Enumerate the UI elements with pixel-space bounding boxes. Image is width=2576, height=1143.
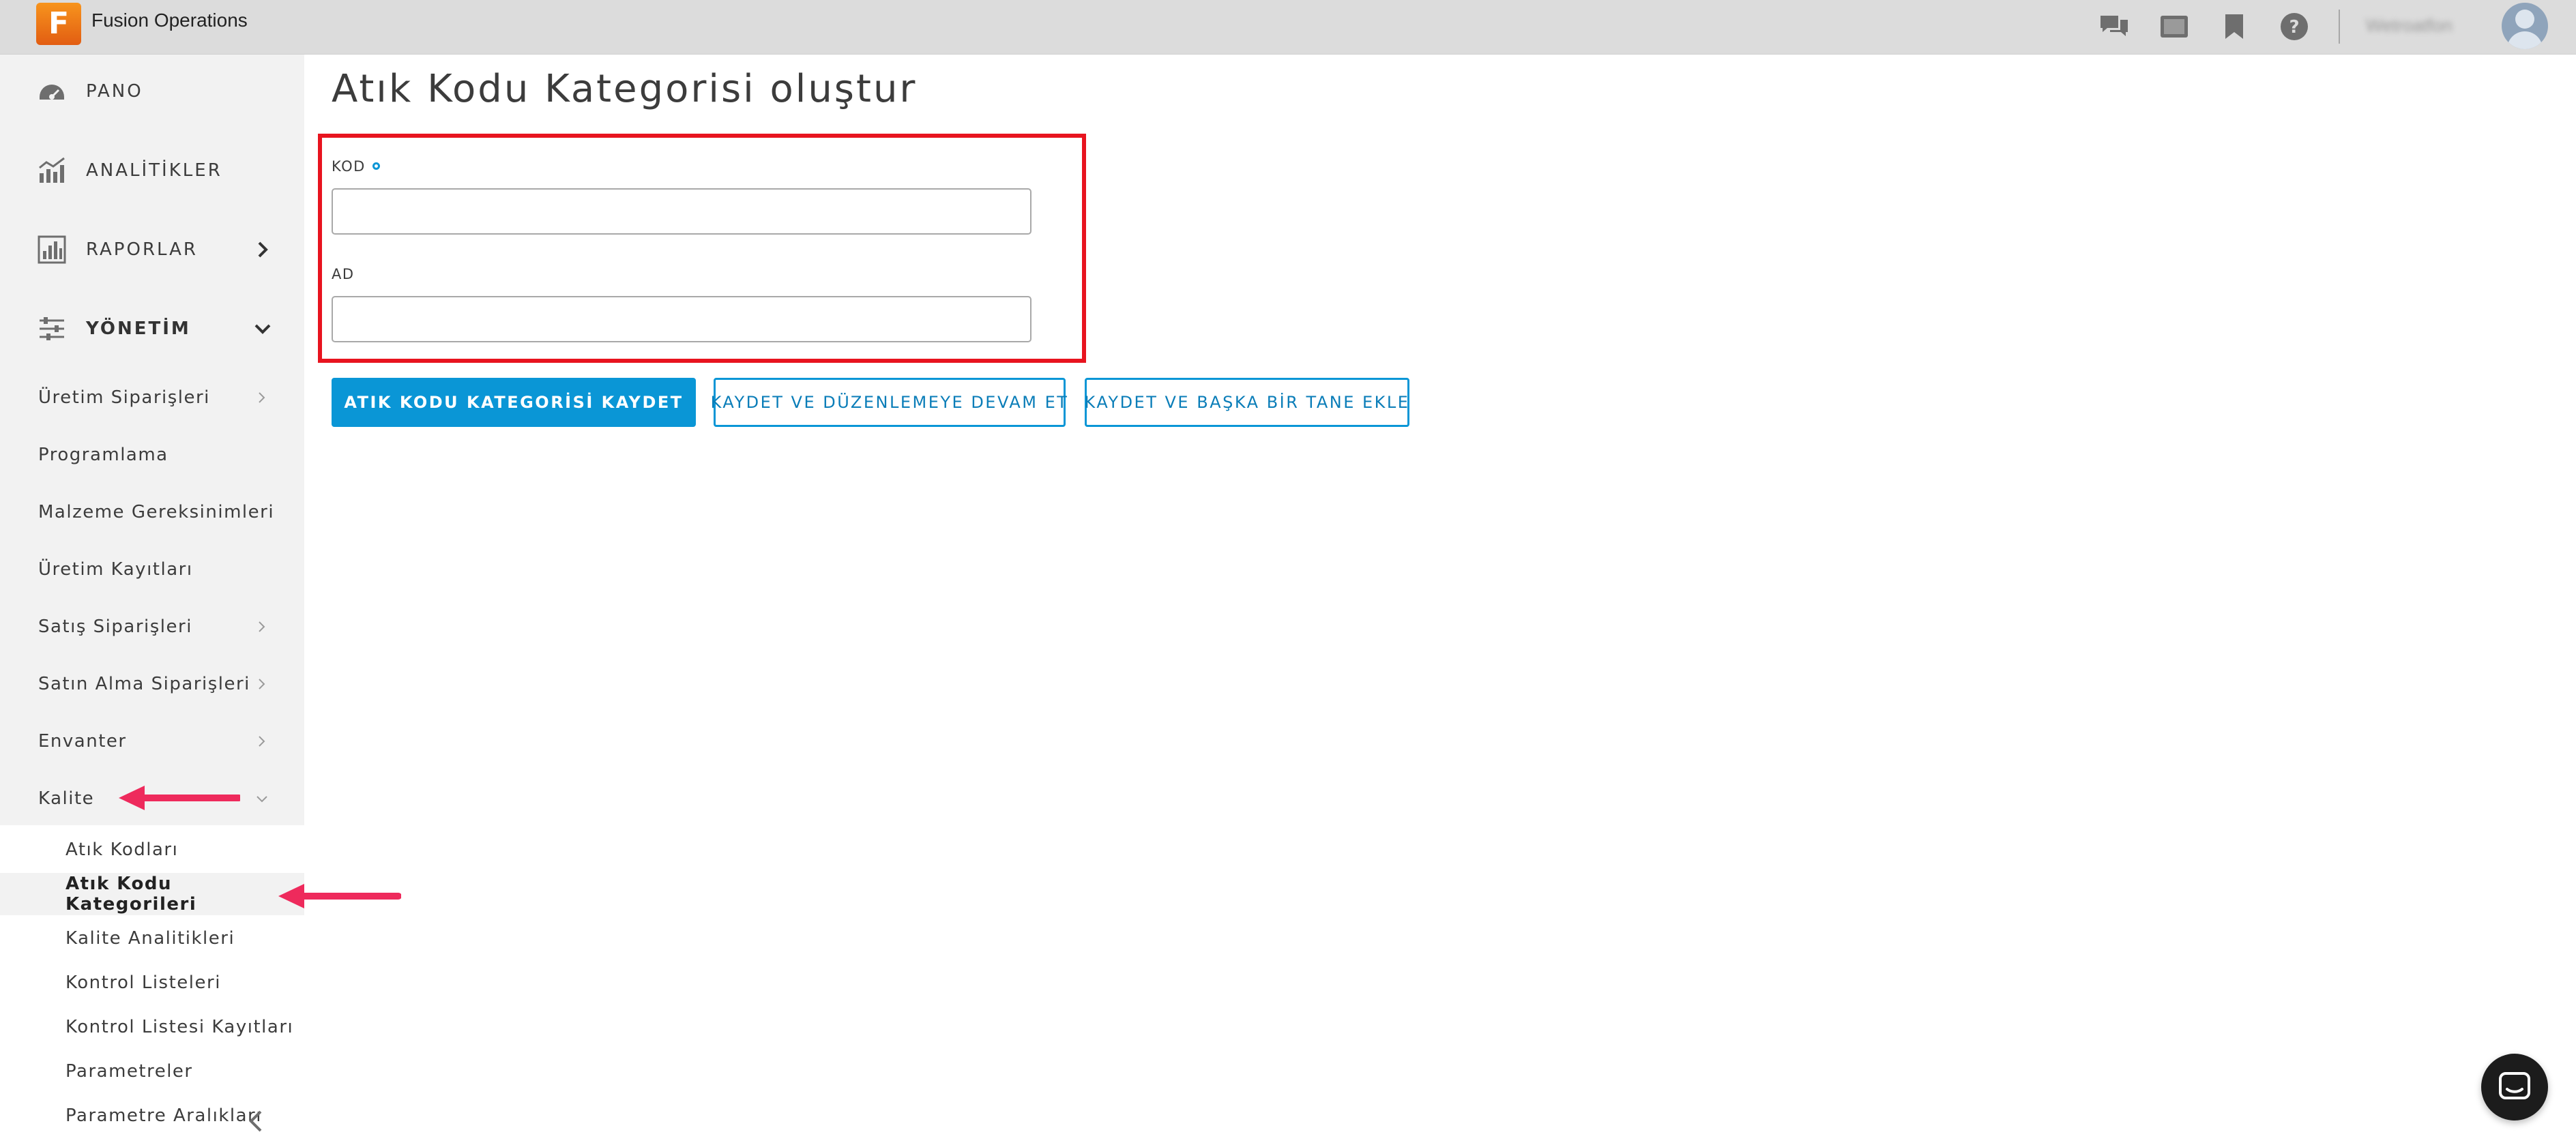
page-title: Atık Kodu Kategorisi oluştur: [332, 67, 918, 111]
chevron-right-icon: [258, 241, 268, 258]
sidebar-subitem-scrap-codes[interactable]: Atık Kodları: [0, 829, 304, 871]
chevron-right-icon: [259, 392, 265, 403]
nav-pano[interactable]: PANO: [0, 64, 304, 119]
chevron-right-icon: [259, 621, 265, 632]
nav-reports[interactable]: RAPORLAR: [0, 222, 304, 277]
analytics-icon: [39, 157, 65, 183]
svg-text:?: ?: [2289, 17, 2299, 38]
code-field-label: KOD: [332, 158, 380, 175]
app-logo[interactable]: F: [36, 3, 81, 45]
sidebar-subitem-label: Atık Kodları: [65, 840, 179, 860]
nav-analytics[interactable]: ANALİTİKLER: [0, 143, 304, 198]
annotation-arrow-icon: [278, 884, 401, 908]
sidebar-subitem-checklist-records[interactable]: Kontrol Listesi Kayıtları: [0, 1006, 304, 1048]
save-and-continue-button[interactable]: KAYDET VE DÜZENLEMEYE DEVAM ET: [711, 378, 1067, 427]
bookmark-icon[interactable]: [2219, 11, 2250, 42]
sidebar-item-label: Kalite: [38, 788, 95, 809]
sidebar-item-label: Satış Siparişleri: [38, 617, 192, 637]
sidebar-subitem-label: Kalite Analitikleri: [65, 928, 235, 949]
sidebar-item-label: Envanter: [38, 731, 127, 752]
chat-bubble-icon: [2499, 1072, 2530, 1099]
nav-pano-label: PANO: [86, 81, 143, 102]
annotation-arrow-icon: [119, 786, 240, 810]
nav-management-label: YÖNETİM: [86, 318, 191, 339]
tablet-icon[interactable]: [2158, 11, 2190, 42]
sidebar-item-label: Üretim Kayıtları: [38, 559, 193, 580]
dashboard-icon: [40, 85, 64, 100]
sidebar-item-label: Üretim Siparişleri: [38, 387, 210, 408]
sidebar-item-inventory[interactable]: Envanter: [0, 717, 304, 765]
sidebar-subitem-parameters[interactable]: Parametreler: [0, 1050, 304, 1093]
sliders-icon: [40, 317, 64, 340]
nav-reports-label: RAPORLAR: [86, 239, 198, 260]
sidebar-subitem-label: Atık Kodu Kategorileri: [65, 874, 197, 915]
topbar-divider: [2339, 10, 2340, 44]
sidebar-item-purchase-orders[interactable]: Satın Alma Siparişleri: [0, 660, 304, 708]
code-input[interactable]: [332, 188, 1031, 235]
sidebar-subitem-label: Kontrol Listeleri: [65, 973, 221, 993]
save-category-button[interactable]: ATIK KODU KATEGORİSİ KAYDET: [332, 378, 696, 427]
required-indicator-icon: [372, 162, 380, 170]
sidebar-subitem-label: Kontrol Listesi Kayıtları: [65, 1017, 294, 1037]
sidebar-subitem-checklists[interactable]: Kontrol Listeleri: [0, 962, 304, 1004]
nav-analytics-label: ANALİTİKLER: [86, 160, 222, 181]
username[interactable]: Wetroatfon: [2366, 15, 2453, 36]
app-name[interactable]: Fusion Operations: [91, 10, 248, 31]
save-and-add-another-button[interactable]: KAYDET VE BAŞKA BİR TANE EKLE: [1085, 378, 1409, 427]
chevron-right-icon: [259, 679, 265, 689]
reports-icon: [38, 235, 66, 264]
top-bar: F Fusion Operations ? Wetroatfon: [0, 0, 2576, 55]
sidebar-item-sales-orders[interactable]: Satış Siparişleri: [0, 603, 304, 651]
sidebar-item-label: Satın Alma Siparişleri: [38, 674, 250, 694]
sidebar-item-material-requirements[interactable]: Malzeme Gereksinimleri: [0, 488, 304, 536]
sidebar-item-label: Malzeme Gereksinimleri: [38, 502, 275, 522]
sidebar-item-label: Programlama: [38, 445, 169, 465]
chevron-right-icon: [259, 736, 265, 747]
name-input[interactable]: [332, 296, 1031, 342]
help-icon[interactable]: ?: [2279, 11, 2310, 42]
sidebar-subitem-quality-analytics[interactable]: Kalite Analitikleri: [0, 917, 304, 960]
nav-management[interactable]: YÖNETİM: [0, 301, 304, 356]
sidebar-subitem-label: Parametreler: [65, 1061, 193, 1082]
sidebar-item-scheduling[interactable]: Programlama: [0, 431, 304, 479]
sidebar-subitem-label: Parametre Aralıkları: [65, 1105, 262, 1126]
sidebar-subitem-scrap-code-categories[interactable]: Atık Kodu Kategorileri: [0, 873, 304, 915]
sidebar-item-production-orders[interactable]: Üretim Siparişleri: [0, 374, 304, 421]
support-chat-button[interactable]: [2481, 1054, 2548, 1120]
sidebar-item-production-records[interactable]: Üretim Kayıtları: [0, 546, 304, 593]
name-field-label: AD: [332, 266, 355, 282]
chat-icon[interactable]: [2098, 11, 2130, 42]
collapse-sidebar-icon[interactable]: [246, 1109, 266, 1133]
avatar[interactable]: [2502, 3, 2548, 49]
chevron-down-icon: [257, 796, 267, 803]
chevron-down-icon: [254, 324, 271, 334]
